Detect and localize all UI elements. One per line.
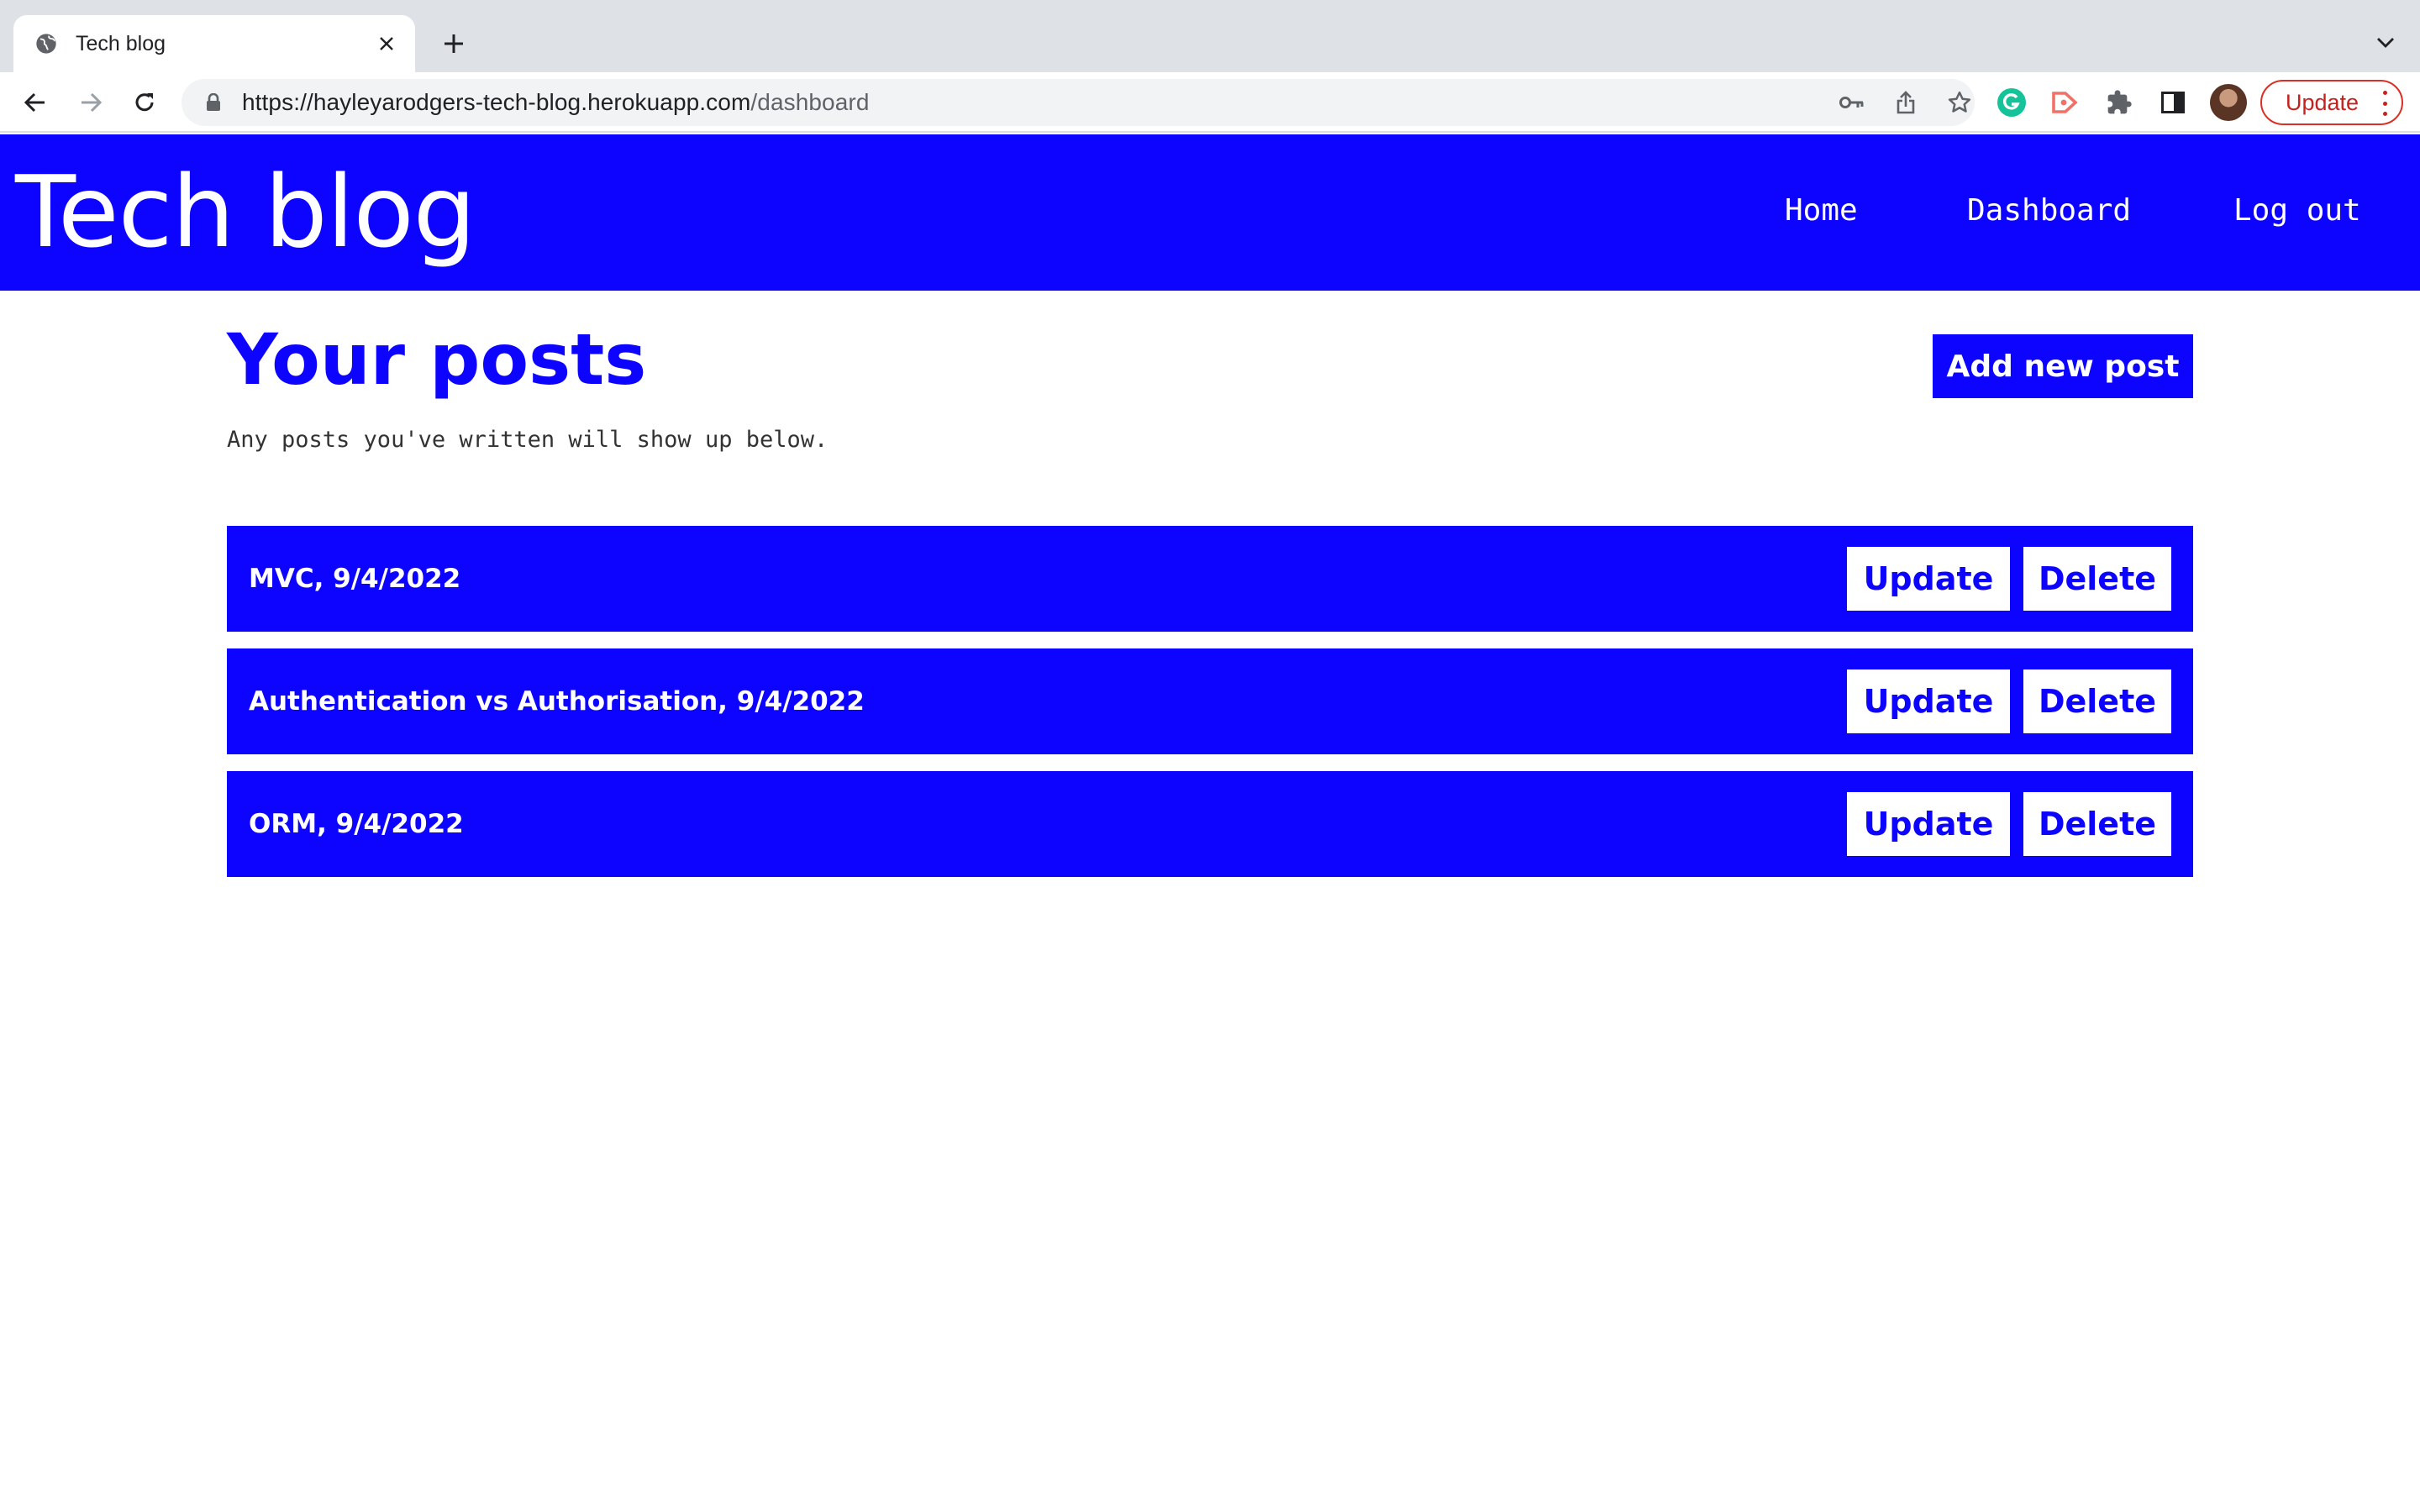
delete-post-button[interactable]: Delete [2023,669,2171,733]
globe-icon [34,31,59,56]
side-panel-icon[interactable] [2156,86,2190,119]
forward-arrow-icon[interactable] [74,86,108,119]
browser-tab[interactable]: Tech blog [13,15,415,72]
new-tab-icon[interactable] [437,27,471,60]
post-title[interactable]: MVC, 9/4/2022 [249,564,1847,594]
site-header: Tech blog Home Dashboard Log out [0,134,2420,291]
profile-avatar[interactable] [2210,84,2247,121]
add-new-post-button[interactable]: Add new post [1933,334,2193,398]
post-list: MVC, 9/4/2022 Update Delete Authenticati… [227,526,2193,894]
delete-post-button[interactable]: Delete [2023,547,2171,611]
nav-link-dashboard[interactable]: Dashboard [1967,193,2131,228]
share-icon[interactable] [1891,87,1921,118]
key-icon[interactable] [1837,87,1867,118]
post-row: Authentication vs Authorisation, 9/4/202… [227,648,2193,754]
browser-tab-strip: Tech blog [0,0,2420,72]
more-menu-icon[interactable] [2381,91,2388,116]
url-path: /dashboard [750,89,870,115]
address-bar[interactable]: https://hayleyarodgers-tech-blog.herokua… [182,79,1975,126]
close-tab-icon[interactable] [373,30,400,57]
site-brand[interactable]: Tech blog [15,157,476,267]
chrome-update-label: Update [2286,89,2360,115]
back-arrow-icon[interactable] [18,86,52,119]
post-title[interactable]: Authentication vs Authorisation, 9/4/202… [249,686,1847,717]
delete-post-button[interactable]: Delete [2023,792,2171,856]
update-post-button[interactable]: Update [1847,547,2010,611]
post-row: MVC, 9/4/2022 Update Delete [227,526,2193,632]
page-title: Your posts [227,318,647,401]
grammarly-icon[interactable] [1995,86,2028,119]
post-row: ORM, 9/4/2022 Update Delete [227,771,2193,877]
nav-link-logout[interactable]: Log out [2233,193,2361,228]
page-subtitle: Any posts you've written will show up be… [227,427,829,453]
browser-tab-title: Tech blog [76,31,166,55]
cast-icon[interactable] [2049,86,2082,119]
nav-link-home[interactable]: Home [1785,193,1858,228]
update-post-button[interactable]: Update [1847,792,2010,856]
bookmark-star-icon[interactable] [1944,87,1975,118]
post-title[interactable]: ORM, 9/4/2022 [249,809,1847,839]
chrome-update-button[interactable]: Update [2260,80,2403,125]
update-post-button[interactable]: Update [1847,669,2010,733]
chevron-down-icon[interactable] [2373,30,2398,55]
reload-icon[interactable] [128,86,161,119]
lock-icon[interactable] [203,92,224,113]
url-domain: https://hayleyarodgers-tech-blog.herokua… [242,89,751,115]
url-text: https://hayleyarodgers-tech-blog.herokua… [242,89,870,116]
extensions-icon[interactable] [2102,86,2136,119]
